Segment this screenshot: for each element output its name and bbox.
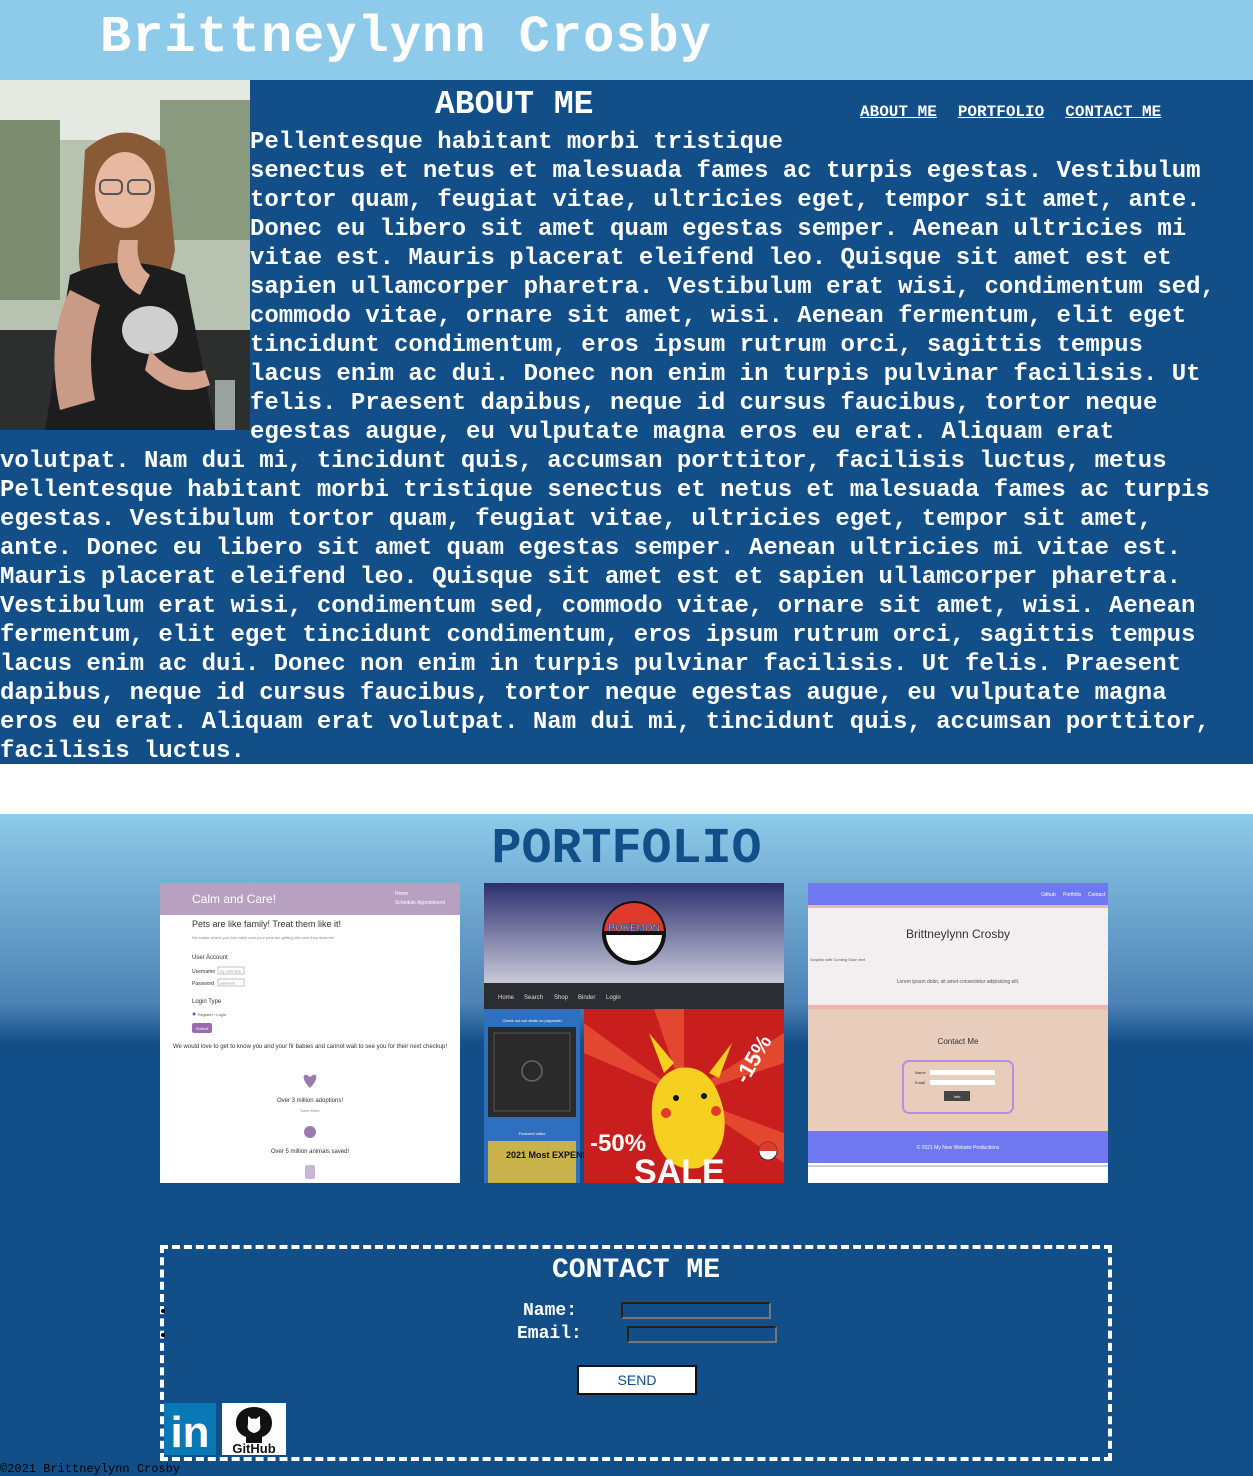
p1-nav-schedule: Schedule Appointment [395,900,446,906]
profile-photo-illustration [0,80,250,430]
bio-line: sapien ullamcorper pharetra. Vestibulum … [250,274,1215,301]
bio-line: volutpat. Nam dui mi, tincidunt quis, ac… [0,448,1167,475]
p1-section: User Account [192,955,228,961]
p3-nav-portfolio: Portfolio [1063,892,1082,898]
linkedin-logo: in [164,1403,216,1457]
portfolio-title: PORTFOLIO [491,821,762,878]
bio-line: tincidunt condimentum, eros ipsum rutrum… [250,332,1143,359]
nav-link-portfolio[interactable]: PORTFOLIO [958,103,1044,121]
p3-email-label: Email [915,1080,925,1085]
p2-logo-text: POKEMON [608,923,660,934]
bio-line: dapibus, neque id cursus faucibus, torto… [0,680,1167,707]
bio-line: Donec eu libero sit amet quam egestas se… [250,216,1187,243]
p3-nav-github: Github [1041,892,1056,898]
nav-link-about[interactable]: ABOUT ME [860,103,937,121]
bio-line: facilisis luctus. [0,738,245,764]
p2-nav-shop: Shop [554,995,569,1001]
p3-submit: Info [954,1094,961,1099]
list-bullet [161,1309,165,1313]
p2-nav-home: Home [498,995,515,1001]
name-input[interactable] [621,1302,771,1319]
project-thumbnail-pokemon-tcg[interactable]: POKEMON TRADING CARD GAME Home Search Sh… [484,883,784,1183]
p2-nav-login: Login [606,995,621,1001]
bio-line: Pellentesque habitant morbi tristique [250,129,783,156]
p3-site-name: Brittneylynn Crosby [906,927,1010,941]
bio-line: commodo vitae, ornare sit amet, wisi. Ae… [250,303,1187,330]
bio-line: vitae est. Mauris placerat eleifend leo.… [250,245,1172,272]
p1-username-placeholder: Eg. John Doe [220,970,241,974]
bio-line: Vestibulum erat wisi, condimentum sed, c… [0,593,1196,620]
contact-title: CONTACT ME [551,1255,721,1286]
p3-lorem: Lorem ipsum dolor, sit amet consectetur … [897,979,1020,985]
p3-contact-title: Contact Me [938,1037,979,1046]
p2-logo-sub: TRADING CARD GAME [615,936,654,940]
p2-featured-label: Featured video [519,1131,546,1136]
github-logo: GitHub [222,1403,286,1456]
p3-footer: © 2021 My New Website Productions [917,1144,1000,1151]
name-label: Name: [523,1301,578,1321]
p3-nav-contact: Contact [1088,892,1106,898]
p1-username-label: Username [192,969,215,975]
email-input[interactable] [627,1326,777,1343]
p3-tagline: Graphic with Coming Soon text [810,957,866,962]
project-screenshot: POKEMON TRADING CARD GAME Home Search Sh… [484,883,784,1183]
p1-password-label: Password [192,981,214,987]
p1-subline: No matter where you live make sure your … [192,935,334,940]
project-screenshot: Github Portfolio Contact Brittneylynn Cr… [808,883,1108,1183]
bio-line: senectus et netus et malesuada fames ac … [250,158,1201,185]
bio-line: lacus enim ac dui. Donec non enim in tur… [0,651,1181,678]
bio-line: lacus enim ac dui. Donec non enim in tur… [250,361,1201,388]
p1-password-placeholder: password [220,982,235,986]
bio-line: egestas. Vestibulum tortor quam, feugiat… [0,506,1153,533]
send-button[interactable]: SEND [577,1365,697,1395]
footer-copyright: ©2021 Brittneylynn Crosby [0,1462,181,1476]
project-thumbnail-personal-website[interactable]: Github Portfolio Contact Brittneylynn Cr… [808,883,1108,1183]
p2-nav-search: Search [524,995,543,1001]
p1-radio-text: Register / Login [198,1012,226,1017]
p1-stat2: Over 5 million animals saved! [271,1149,350,1155]
site-header: Brittneylynn Crosby [0,0,1253,80]
site-title: Brittneylynn Crosby [100,8,712,67]
main-nav: ABOUT ME PORTFOLIO CONTACT ME [860,101,1182,121]
p1-message: We would love to get to know you and you… [173,1044,447,1050]
p1-nav-home: Home [395,891,409,897]
p3-name-label: Name [915,1070,926,1075]
linkedin-icon[interactable]: in [164,1403,216,1457]
bio-line: felis. Praesent dapibus, neque id cursus… [250,390,1158,417]
email-label: Email: [517,1324,582,1344]
bio-line: ante. Donec eu libero sit amet quam eges… [0,535,1181,562]
linkedin-text: in [170,1408,209,1455]
project-screenshot: Calm and Care! Home Schedule Appointment… [160,883,460,1183]
p2-nav-binder: Binder [578,995,595,1001]
bio-line: Mauris placerat eleifend leo. Quisque si… [0,564,1181,591]
p2-sale-text: SALE [634,1153,725,1183]
nav-link-contact[interactable]: CONTACT ME [1065,103,1161,121]
bio-line: tortor quam, feugiat vitae, ultricies eg… [250,187,1201,214]
p1-submit: Submit [196,1026,209,1031]
github-icon[interactable]: GitHub [222,1403,286,1456]
p1-stat1: Over 3 million adoptions! [277,1098,343,1104]
p2-deals-label: Check out our deals on playmats! [502,1018,561,1023]
profile-photo [0,80,250,430]
about-title: ABOUT ME [435,86,594,123]
bio-line: eros eu erat. Aliquam erat volutpat. Nam… [0,709,1210,736]
p1-headline: Pets are like family! Treat them like it… [192,919,341,929]
portfolio-section: PORTFOLIO Calm and Care! Home Schedule A… [0,814,1253,1476]
p1-brand: Calm and Care! [192,892,276,906]
github-text: GitHub [232,1441,275,1455]
list-bullet [161,1333,165,1337]
bio-line: fermentum, elit eget tincidunt condiment… [0,622,1196,649]
bio-line: Pellentesque habitant morbi tristique se… [0,477,1210,504]
about-section: ABOUT ME ABOUT ME PORTFOLIO CONTACT ME Pel… [0,80,1253,764]
contact-section: CONTACT ME Name: Email: SEND in GitHub [160,1245,1112,1461]
project-thumbnail-calm-and-care[interactable]: Calm and Care! Home Schedule Appointment… [160,883,460,1183]
bio-line: egestas augue, eu vulputate magna eros e… [250,419,1115,446]
p1-login-type: Login Type [192,999,222,1005]
p1-stat1-sub: Save lives! [300,1108,319,1113]
